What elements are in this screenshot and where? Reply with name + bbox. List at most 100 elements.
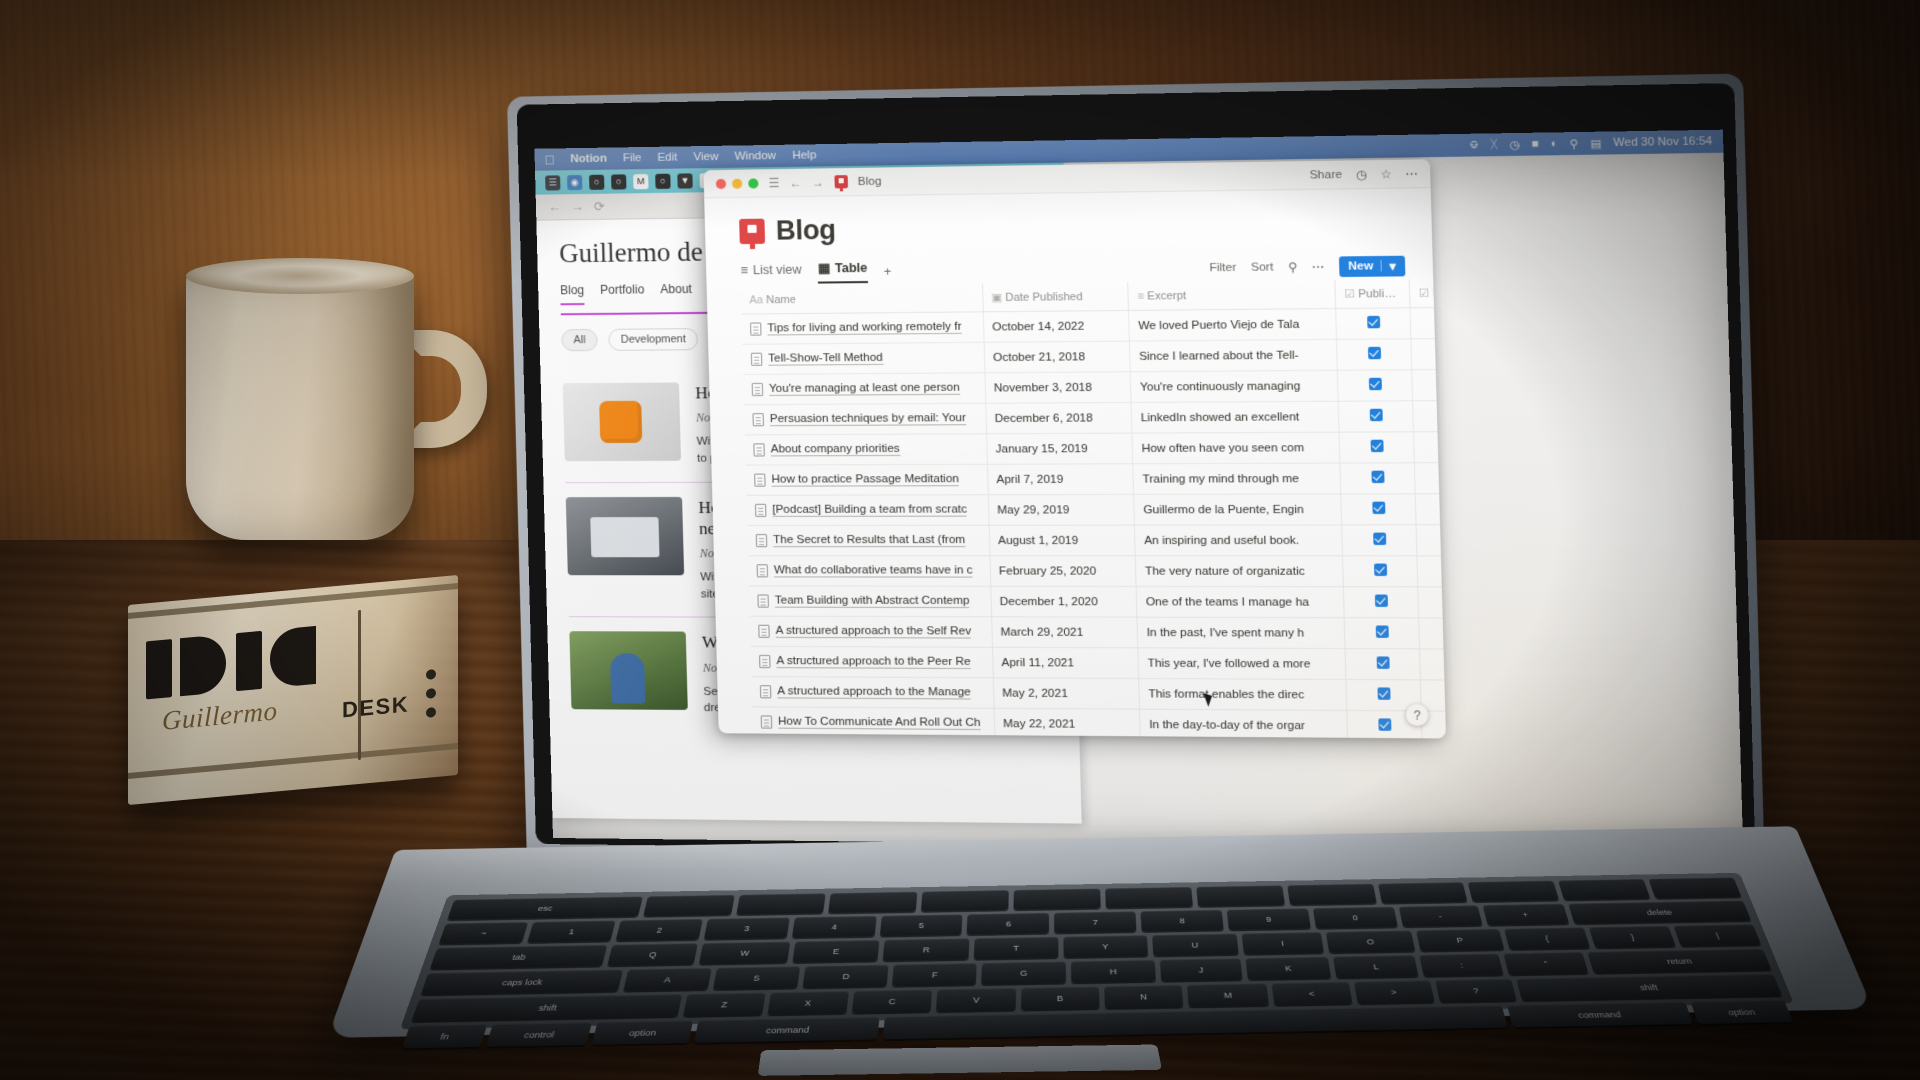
cell-date-published[interactable]: November 3, 2018 — [984, 371, 1132, 404]
reload-icon[interactable]: ⟳ — [594, 198, 605, 214]
keyboard-key[interactable]: { — [1503, 927, 1591, 950]
headphones-icon[interactable]: ⎉ — [1469, 138, 1479, 152]
keyboard-key[interactable] — [921, 890, 1009, 912]
cell-name[interactable]: Team Building with Abstract Contemp — [749, 585, 992, 617]
checkbox-checked-icon[interactable] — [1445, 470, 1447, 483]
cell-name[interactable]: A structured approach to the Manage — [751, 676, 994, 709]
cell-excerpt[interactable]: How often have you seen com — [1132, 432, 1341, 464]
cell-published-checkbox[interactable] — [1342, 555, 1418, 587]
page-icon[interactable] — [739, 218, 766, 245]
keyboard-key[interactable]: delete — [1568, 900, 1752, 924]
cell-date-published[interactable]: December 6, 2018 — [985, 402, 1133, 434]
keyboard-key[interactable]: 6 — [967, 912, 1050, 935]
row-title[interactable]: Tips for living and working remotely fr — [767, 320, 962, 336]
control-center-icon[interactable]: ▤ — [1590, 136, 1602, 150]
keyboard-key[interactable]: } — [1588, 925, 1677, 948]
cell-listed-checkbox[interactable] — [1419, 648, 1447, 681]
help-button[interactable]: ? — [1405, 704, 1429, 726]
keyboard-key[interactable]: 8 — [1140, 909, 1224, 932]
keyboard-key[interactable] — [735, 893, 827, 915]
keyboard-key[interactable]: 1 — [527, 920, 616, 943]
keyboard-key[interactable]: M — [1187, 983, 1270, 1007]
row-title[interactable]: A structured approach to the Self Rev — [775, 624, 972, 639]
cell-published-checkbox[interactable] — [1340, 462, 1416, 494]
keyboard-key[interactable]: Y — [1063, 935, 1149, 958]
keyboard-key[interactable] — [1377, 882, 1468, 904]
keyboard-key[interactable]: B — [1020, 986, 1100, 1010]
keyboard-key[interactable]: 4 — [791, 915, 877, 938]
cell-excerpt[interactable]: LinkedIn showed an excellent — [1131, 401, 1340, 434]
keyboard-key[interactable] — [1196, 885, 1285, 907]
checkbox-checked-icon[interactable] — [1375, 625, 1389, 638]
keyboard-key[interactable] — [642, 894, 735, 917]
checkbox-checked-icon[interactable] — [1374, 594, 1388, 607]
trackpad[interactable] — [757, 1044, 1162, 1076]
keyboard-key[interactable]: U — [1152, 933, 1239, 956]
wifi-icon[interactable]: ◐ — [1550, 138, 1558, 151]
tab-list-view[interactable]: ≡ List view — [740, 262, 802, 283]
ellipsis-icon[interactable]: ⋯ — [1312, 259, 1325, 273]
back-arrow-icon[interactable]: ← — [548, 199, 561, 214]
apple-icon[interactable]:  — [544, 152, 554, 167]
vercel-icon[interactable]: ▼ — [677, 172, 693, 189]
keyboard-key[interactable]: Z — [682, 992, 766, 1017]
keyboard-key[interactable]: L — [1333, 955, 1419, 978]
menu-bar-clock[interactable]: Wed 30 Nov 16:54 — [1613, 135, 1712, 149]
github-icon[interactable]: ○ — [611, 173, 627, 190]
keyboard-key[interactable]: esc — [447, 896, 643, 920]
keyboard-key[interactable]: 3 — [703, 917, 790, 940]
maximize-icon[interactable] — [748, 177, 759, 189]
row-title[interactable]: How To Communicate And Roll Out Ch — [777, 715, 981, 731]
cell-listed-checkbox[interactable] — [1410, 338, 1447, 370]
new-button[interactable]: New ▾ — [1338, 255, 1406, 277]
column-header-published[interactable]: ☑ Publi… — [1335, 279, 1411, 309]
cell-excerpt[interactable]: One of the teams I manage ha — [1136, 586, 1345, 618]
medium-icon[interactable]: M — [633, 173, 649, 189]
sidebar-toggle-icon[interactable]: ☰ — [768, 176, 779, 190]
checkbox-checked-icon[interactable] — [1371, 501, 1386, 515]
cell-published-checkbox[interactable] — [1341, 493, 1417, 525]
cell-published-checkbox[interactable] — [1343, 586, 1419, 618]
cell-name[interactable]: How To Communicate And Roll Out Ch — [752, 706, 995, 739]
cell-name[interactable]: Tips for living and working remotely fr — [741, 311, 984, 345]
cell-date-published[interactable]: October 21, 2018 — [983, 341, 1131, 373]
filter-chip-development[interactable]: Development — [608, 328, 699, 351]
table-row[interactable]: The Secret to Results that Last (from Aug… — [747, 524, 1447, 556]
back-arrow-icon[interactable]: ← — [789, 175, 802, 189]
filter-chip-all[interactable]: All — [561, 328, 599, 352]
github-icon[interactable]: ○ — [655, 173, 671, 189]
keyboard-key[interactable]: C — [851, 989, 933, 1013]
cell-name[interactable]: [Podcast] Building a team from scratc — [746, 494, 989, 526]
cell-date-published[interactable]: May 2, 2021 — [993, 677, 1140, 710]
keyboard-key[interactable]: ~ — [438, 922, 529, 944]
keyboard-key[interactable]: X — [767, 991, 849, 1015]
cell-published-checkbox[interactable] — [1337, 369, 1413, 402]
keyboard-key[interactable] — [1468, 880, 1560, 902]
table-row[interactable]: How to practice Passage Meditation April … — [745, 462, 1447, 496]
keyboard-key[interactable]: 2 — [615, 919, 703, 941]
keyboard-key[interactable]: A — [622, 967, 712, 991]
keyboard-key[interactable]: 9 — [1226, 908, 1311, 930]
menu-item-file[interactable]: File — [623, 152, 642, 164]
row-title[interactable]: The Secret to Results that Last (from — [773, 533, 966, 548]
checkbox-checked-icon[interactable] — [1377, 718, 1392, 731]
cell-name[interactable]: Tell-Show-Tell Method — [742, 342, 985, 375]
close-icon[interactable] — [715, 178, 727, 189]
cell-name[interactable]: Persuasion techniques by email: Your — [744, 403, 987, 435]
bookmarks-icon[interactable]: ☰ — [545, 174, 561, 191]
keyboard-key[interactable]: caps lock — [420, 969, 623, 995]
cell-published-checkbox[interactable] — [1338, 400, 1414, 433]
checkbox-checked-icon[interactable] — [1370, 439, 1384, 453]
cell-name[interactable]: The Secret to Results that Last (from — [747, 525, 990, 556]
cell-published-checkbox[interactable] — [1344, 617, 1420, 649]
checkbox-checked-icon[interactable] — [1372, 532, 1386, 545]
filter-button[interactable]: Filter — [1209, 261, 1236, 274]
keyboard-key[interactable]: Q — [607, 943, 699, 966]
search-icon[interactable]: ⚲ — [1288, 259, 1297, 274]
row-title[interactable]: Persuasion techniques by email: Your — [769, 412, 967, 427]
column-header-date[interactable]: ▣ Date Published — [982, 282, 1129, 312]
cell-listed-checkbox[interactable] — [1415, 493, 1447, 525]
keyboard-key[interactable]: D — [802, 964, 890, 988]
checkbox-checked-icon[interactable] — [1367, 346, 1381, 360]
keyboard-key[interactable]: | — [1673, 924, 1762, 947]
